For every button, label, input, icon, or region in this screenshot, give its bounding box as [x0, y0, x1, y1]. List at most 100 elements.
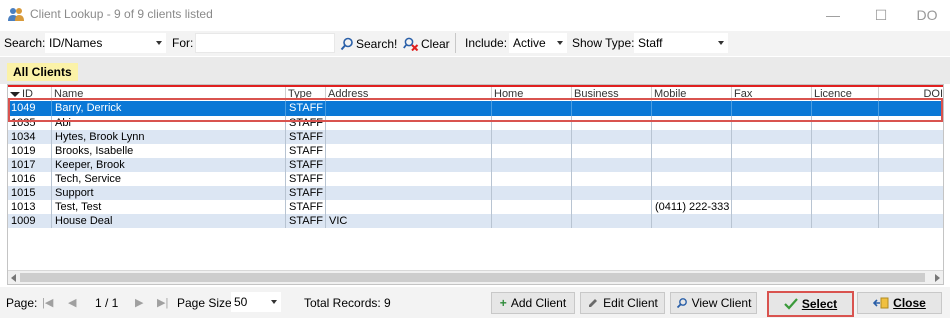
cell-mobile	[651, 214, 731, 228]
cell-business	[571, 101, 651, 116]
table-row[interactable]: 1015 Support STAFF	[8, 186, 943, 200]
cell-id: 1035	[11, 117, 36, 129]
chevron-down-icon	[718, 41, 724, 45]
cell-home	[491, 200, 571, 214]
clear-button[interactable]: Clear	[403, 34, 450, 54]
column-header-id[interactable]: ID	[8, 87, 51, 101]
column-header-type[interactable]: Type	[285, 87, 325, 101]
page-size-value: 50	[234, 295, 248, 309]
cell-id: 1019	[11, 145, 36, 157]
search-button-label: Search!	[356, 37, 398, 51]
select-button[interactable]: Select	[767, 291, 854, 317]
cell-address	[325, 144, 491, 158]
cell-fax	[731, 214, 811, 228]
cell-licence	[811, 101, 878, 116]
cell-licence	[811, 172, 878, 186]
cell-business	[571, 186, 651, 200]
horizontal-scrollbar[interactable]	[8, 270, 943, 284]
page-label: Page:	[6, 296, 38, 310]
table-row[interactable]: 1034 Hytes, Brook Lynn STAFF	[8, 130, 943, 144]
table-row[interactable]: 1016 Tech, Service STAFF	[8, 172, 943, 186]
cell-mobile	[651, 101, 731, 116]
cell-type: STAFF	[285, 214, 325, 228]
total-records: Total Records: 9	[304, 296, 391, 310]
cell-home	[491, 101, 571, 116]
cell-address	[325, 116, 491, 130]
cell-address	[325, 186, 491, 200]
column-header-doi[interactable]: DOI	[878, 87, 943, 101]
cell-business	[571, 158, 651, 172]
search-button[interactable]: Search!	[340, 34, 397, 54]
column-header-mobile[interactable]: Mobile	[651, 87, 731, 101]
exit-icon	[873, 297, 889, 309]
clients-grid[interactable]: ID Name Type Address Home Business Mobil…	[7, 84, 944, 285]
first-page-icon[interactable]: |◀	[42, 296, 53, 309]
add-client-button[interactable]: + Add Client	[491, 292, 575, 314]
next-page-icon[interactable]: ▶	[135, 296, 143, 309]
cell-doi	[878, 200, 943, 214]
column-header-licence[interactable]: Licence	[811, 87, 878, 101]
cell-mobile	[651, 158, 731, 172]
cell-business	[571, 214, 651, 228]
include-value: Active	[513, 36, 546, 50]
table-row[interactable]: 1017 Keeper, Brook STAFF	[8, 158, 943, 172]
table-row[interactable]: 1019 Brooks, Isabelle STAFF	[8, 144, 943, 158]
group-header: All Clients	[0, 57, 950, 84]
scroll-left-icon[interactable]	[11, 274, 16, 282]
footer-bar: Page: |◀ ◀ 1 / 1 ▶ ▶| Page Size: 50 Tota…	[0, 287, 950, 318]
cell-fax	[731, 158, 811, 172]
checkmark-icon	[784, 298, 798, 310]
edit-client-button[interactable]: Edit Client	[580, 292, 665, 314]
column-header-address[interactable]: Address	[325, 87, 491, 101]
scroll-right-icon[interactable]	[935, 274, 940, 282]
cell-name: Tech, Service	[51, 172, 285, 186]
search-by-dropdown[interactable]: ID/Names	[45, 33, 166, 53]
cell-name: Support	[51, 186, 285, 200]
cell-address: VIC	[325, 214, 491, 228]
page-size-dropdown[interactable]: 50	[231, 292, 281, 312]
column-header-name[interactable]: Name	[51, 87, 285, 101]
cell-business	[571, 172, 651, 186]
cell-id: 1017	[11, 159, 36, 171]
cell-home	[491, 130, 571, 144]
scrollbar-thumb[interactable]	[20, 273, 925, 282]
prev-page-icon[interactable]: ◀	[68, 296, 76, 309]
last-page-icon[interactable]: ▶|	[157, 296, 168, 309]
cell-home	[491, 214, 571, 228]
edit-client-label: Edit Client	[603, 296, 658, 310]
cell-licence	[811, 214, 878, 228]
cell-type: STAFF	[285, 130, 325, 144]
client-lookup-window: Client Lookup - 9 of 9 clients listed — …	[0, 0, 950, 318]
table-row-selected[interactable]: 1049 Barry, Derrick STAFF	[8, 101, 943, 116]
cell-home	[491, 158, 571, 172]
cell-id: 1013	[11, 201, 36, 213]
search-input[interactable]	[195, 33, 335, 53]
column-header-fax[interactable]: Fax	[731, 87, 811, 101]
page-indicator: 1 / 1	[95, 296, 119, 310]
close-button[interactable]: Close	[857, 292, 942, 314]
cell-licence	[811, 116, 878, 130]
view-client-button[interactable]: View Client	[670, 292, 757, 314]
cell-licence	[811, 200, 878, 214]
cell-mobile	[651, 172, 731, 186]
cell-fax	[731, 116, 811, 130]
magnifier-icon	[676, 298, 687, 309]
table-row[interactable]: 1009 House Deal STAFF VIC	[8, 214, 943, 228]
cell-id: 1009	[11, 215, 36, 227]
table-row[interactable]: 1013 Test, Test STAFF (0411) 222-333	[8, 200, 943, 214]
maximize-button[interactable]: ☐	[858, 0, 904, 30]
minimize-button[interactable]: —	[810, 0, 856, 30]
column-header-business[interactable]: Business	[571, 87, 651, 101]
cell-type: STAFF	[285, 172, 325, 186]
cell-home	[491, 116, 571, 130]
search-label: Search:	[4, 36, 46, 50]
column-header-home[interactable]: Home	[491, 87, 571, 101]
cell-doi	[878, 172, 943, 186]
include-dropdown[interactable]: Active	[509, 33, 567, 53]
table-row[interactable]: 1035 Abi STAFF	[8, 116, 943, 130]
show-type-dropdown[interactable]: Staff	[634, 33, 728, 53]
cell-business	[571, 144, 651, 158]
cell-fax	[731, 101, 811, 116]
cell-licence	[811, 186, 878, 200]
close-window-button[interactable]: DO	[904, 0, 950, 30]
